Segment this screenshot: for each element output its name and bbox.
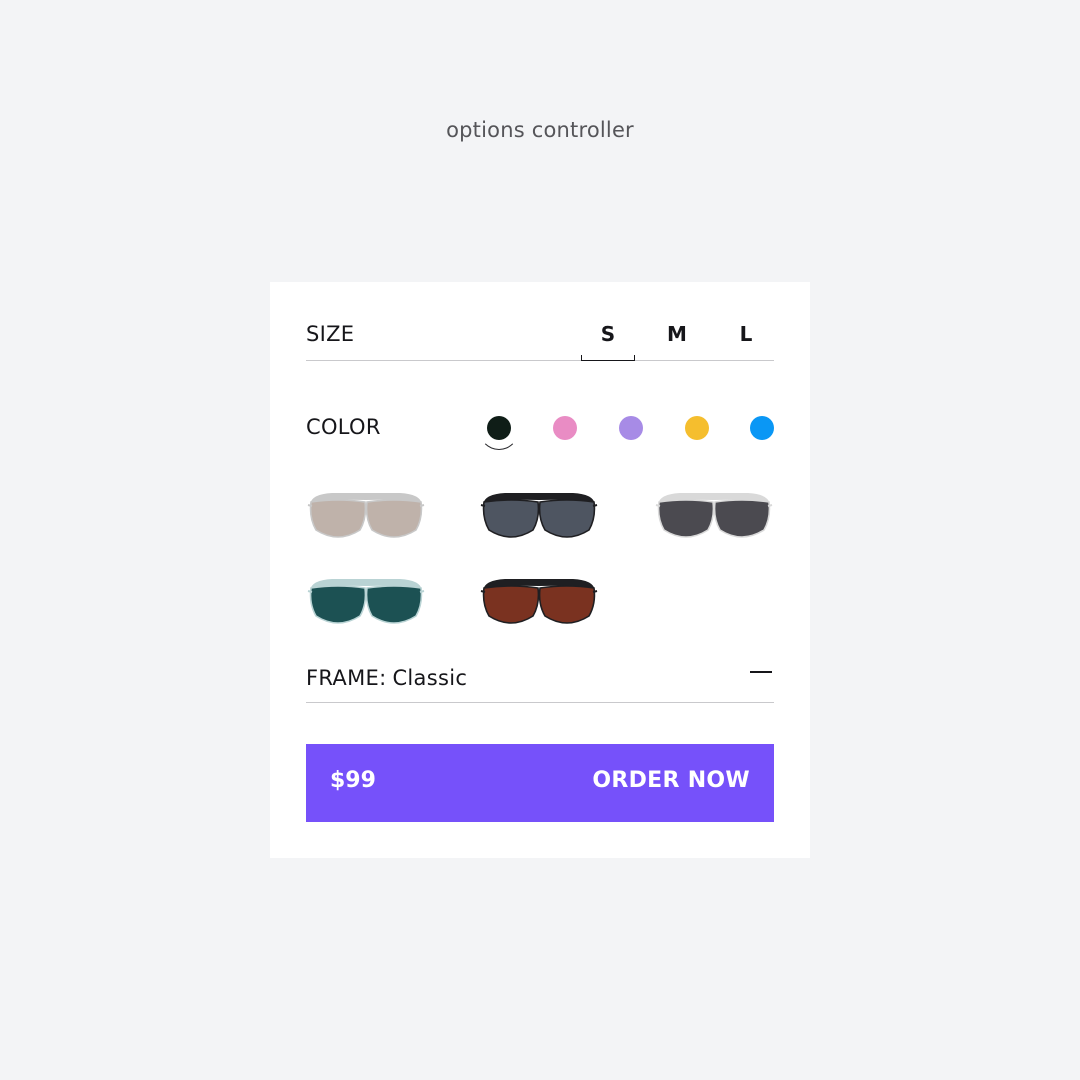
- color-selector: COLOR: [306, 408, 774, 450]
- color-swatch-black[interactable]: [487, 416, 511, 440]
- size-label: SIZE: [306, 322, 355, 346]
- sunglasses-option[interactable]: [479, 574, 599, 634]
- sunglasses-option[interactable]: [479, 488, 599, 548]
- glasses-grid: [306, 488, 774, 648]
- color-swatch-blue[interactable]: [750, 416, 774, 440]
- order-now-label: ORDER NOW: [592, 768, 750, 793]
- size-option-s[interactable]: S: [581, 318, 635, 361]
- sunglasses-option[interactable]: [306, 488, 426, 548]
- color-swatch-lavender[interactable]: [619, 416, 643, 440]
- size-option-l[interactable]: L: [719, 318, 773, 360]
- sunglasses-option[interactable]: [654, 488, 774, 548]
- price: $99: [330, 768, 376, 793]
- color-label: COLOR: [306, 415, 381, 439]
- frame-label: FRAME: Classic: [306, 666, 467, 690]
- color-swatch-yellow[interactable]: [685, 416, 709, 440]
- sunglasses-icon: [307, 493, 425, 538]
- size-option-m[interactable]: M: [650, 318, 704, 360]
- sunglasses-option[interactable]: [306, 574, 426, 634]
- frame-label-text: FRAME:: [306, 666, 387, 690]
- sunglasses-icon: [480, 579, 598, 624]
- sunglasses-icon: [307, 579, 425, 624]
- order-button[interactable]: $99 ORDER NOW: [306, 744, 774, 822]
- sunglasses-icon: [655, 493, 773, 538]
- collapse-icon[interactable]: [748, 662, 774, 682]
- options-card: SIZE S M L COLOR FRAME: Classic $99 ORDER…: [270, 282, 810, 858]
- frame-value: Classic: [392, 666, 468, 690]
- color-swatch-pink[interactable]: [553, 416, 577, 440]
- frame-selector[interactable]: FRAME: Classic: [306, 662, 774, 703]
- page-title: options controller: [446, 118, 634, 142]
- sunglasses-icon: [480, 493, 598, 538]
- size-selector: SIZE S M L: [306, 318, 774, 361]
